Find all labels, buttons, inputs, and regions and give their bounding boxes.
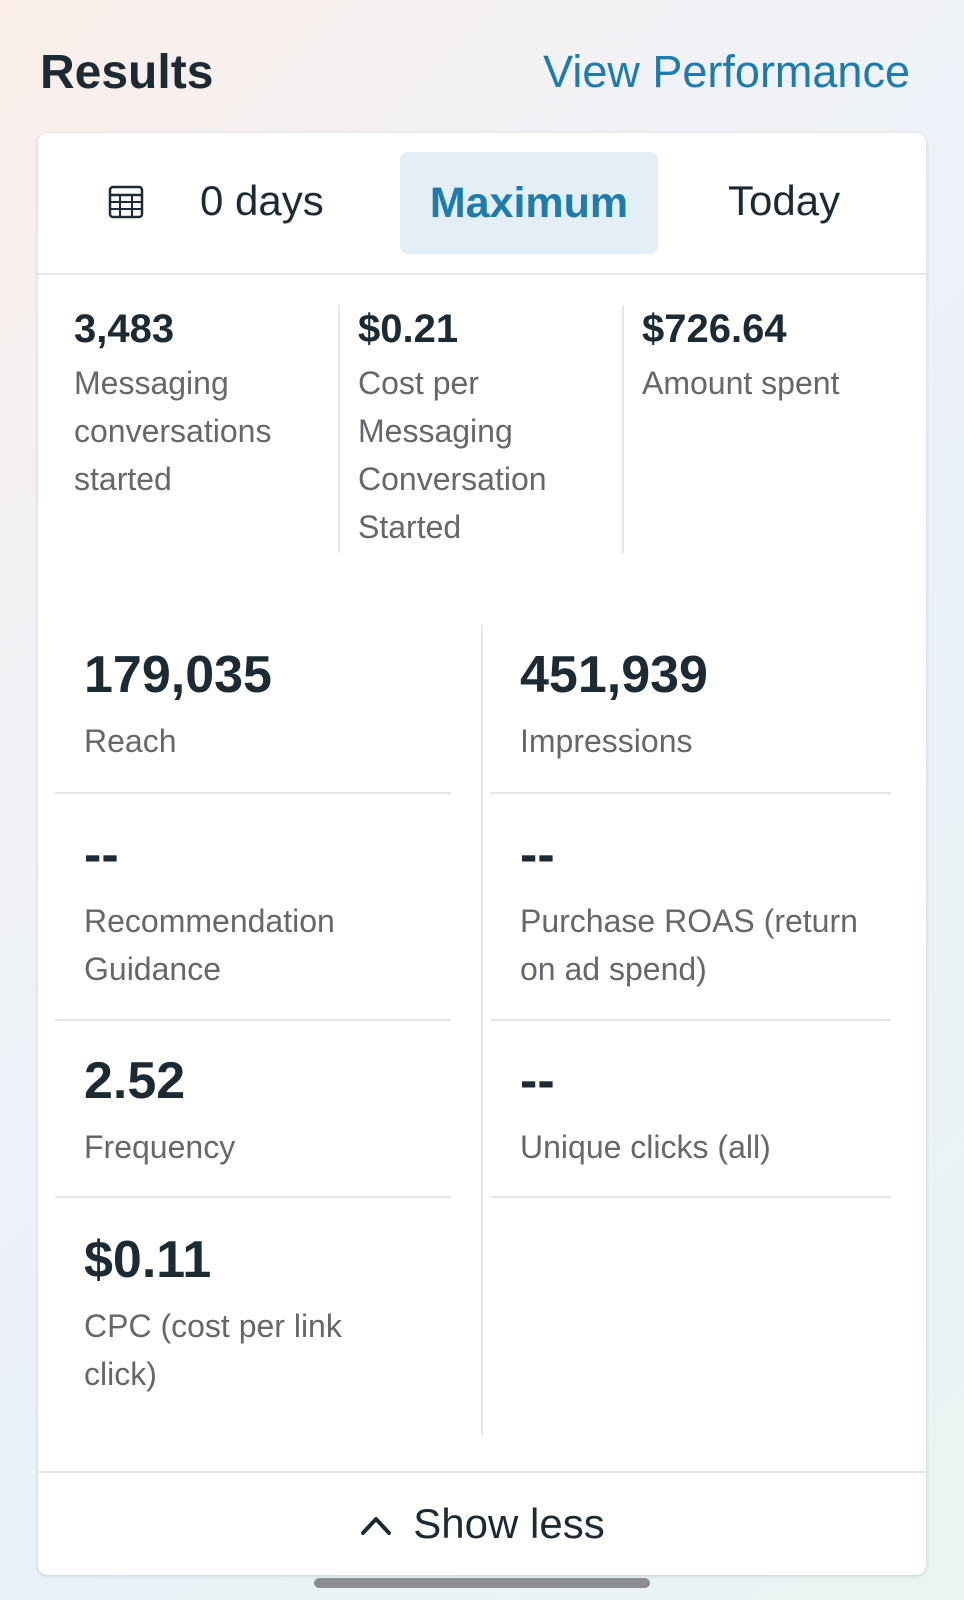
metric-label: Reach xyxy=(84,723,177,759)
metric-purchase-roas: -- Purchase ROAS (return on ad spend) xyxy=(520,825,900,993)
page-title: Results xyxy=(40,45,214,99)
metric-value: $0.11 xyxy=(84,1231,212,1289)
metric-label: Purchase ROAS (return on ad spend) xyxy=(520,903,858,987)
summary-metric-cost-per-conversation: $0.21 Cost per Messaging Conversation St… xyxy=(358,305,608,551)
metric-reach: 179,035 Reach xyxy=(84,645,464,765)
metric-value: -- xyxy=(520,826,555,884)
row-divider xyxy=(491,1196,891,1198)
results-card: 0 days Maximum Today 3,483 Messaging con… xyxy=(38,133,926,1575)
tab-today[interactable]: Today xyxy=(728,177,840,225)
row-divider xyxy=(55,792,451,794)
row-divider xyxy=(491,1019,891,1021)
metric-value: 3,483 xyxy=(74,307,175,351)
metric-label: Cost per Messaging Conversation Started xyxy=(358,365,547,545)
tab-0-days[interactable]: 0 days xyxy=(200,177,324,225)
metric-label: Frequency xyxy=(84,1129,236,1165)
results-header: Results View Performance xyxy=(40,42,910,102)
grid-column-divider xyxy=(481,625,483,1435)
show-less-button[interactable]: Show less xyxy=(38,1471,926,1575)
metric-cpc: $0.11 CPC (cost per link click) xyxy=(84,1230,414,1398)
metric-value: $726.64 xyxy=(642,307,787,351)
row-divider xyxy=(55,1196,451,1198)
metric-label: CPC (cost per link click) xyxy=(84,1308,342,1392)
row-divider xyxy=(55,1019,451,1021)
metric-value: 451,939 xyxy=(520,646,708,704)
metric-value: $0.21 xyxy=(358,307,459,351)
home-indicator[interactable] xyxy=(314,1578,650,1588)
metric-unique-clicks: -- Unique clicks (all) xyxy=(520,1051,900,1171)
tab-maximum[interactable]: Maximum xyxy=(400,152,658,254)
metric-recommendation-guidance: -- Recommendation Guidance xyxy=(84,825,464,993)
row-divider xyxy=(491,792,891,794)
metric-label: Unique clicks (all) xyxy=(520,1129,771,1165)
metric-impressions: 451,939 Impressions xyxy=(520,645,900,765)
date-range-tabs: 0 days Maximum Today xyxy=(38,133,926,275)
metric-label: Recommendation Guidance xyxy=(84,903,335,987)
metric-frequency: 2.52 Frequency xyxy=(84,1051,464,1171)
metric-value: 2.52 xyxy=(84,1052,186,1110)
column-divider xyxy=(622,305,624,553)
metric-value: 179,035 xyxy=(84,646,272,704)
summary-metric-amount-spent: $726.64 Amount spent xyxy=(642,305,902,407)
metric-label: Messaging conversations started xyxy=(74,365,272,497)
column-divider xyxy=(338,305,340,553)
calendar-grid-icon[interactable] xyxy=(108,183,144,219)
metric-value: -- xyxy=(520,1052,555,1110)
metric-label: Impressions xyxy=(520,723,693,759)
chevron-up-icon xyxy=(361,1517,392,1535)
view-performance-link[interactable]: View Performance xyxy=(543,46,910,98)
summary-metric-conversations: 3,483 Messaging conversations started xyxy=(74,305,324,503)
show-less-label: Show less xyxy=(413,1500,605,1547)
metric-value: -- xyxy=(84,826,119,884)
metric-label: Amount spent xyxy=(642,365,840,401)
